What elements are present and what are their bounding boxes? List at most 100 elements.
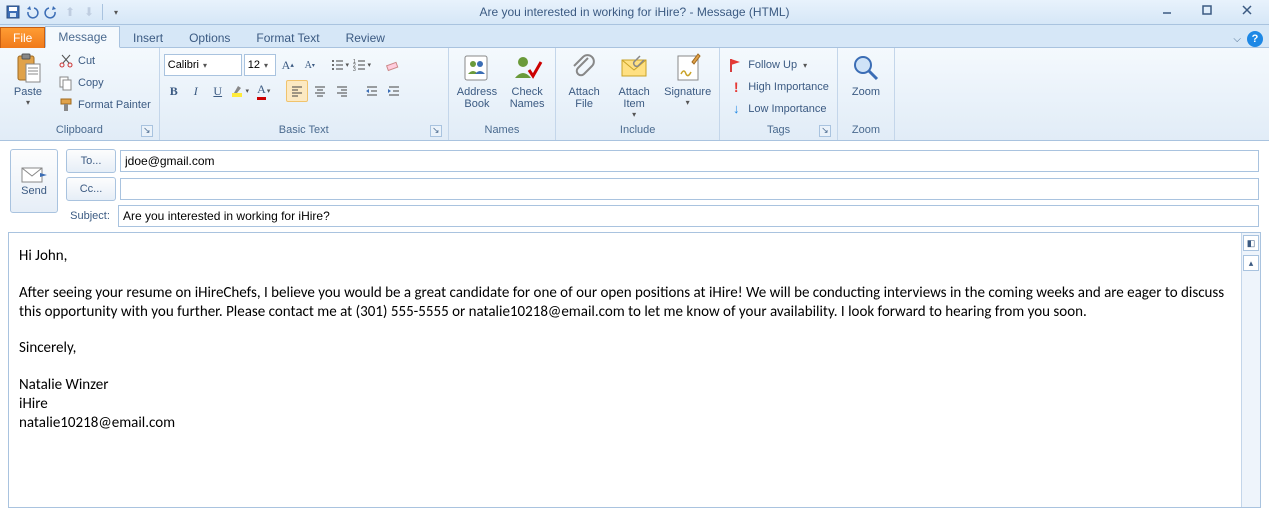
- group-zoom: Zoom Zoom: [838, 48, 895, 140]
- minimize-ribbon-icon[interactable]: ⌵: [1233, 34, 1241, 45]
- align-right-button[interactable]: [332, 81, 352, 101]
- font-name-combo[interactable]: Calibri▾: [164, 54, 242, 76]
- envelope-send-icon: [20, 165, 48, 185]
- bold-button[interactable]: B: [164, 81, 184, 101]
- qat-undo-icon[interactable]: [23, 3, 41, 21]
- window-title: Are you interested in working for iHire?…: [479, 5, 789, 19]
- paste-button[interactable]: Paste ▾: [4, 50, 52, 109]
- format-painter-button[interactable]: Format Painter: [54, 94, 155, 116]
- group-basic-text-label: Basic Text: [279, 124, 329, 136]
- signature-email: natalie10218@email.com: [19, 414, 175, 432]
- message-body[interactable]: Hi John, After seeing your resume on iHi…: [9, 233, 1241, 507]
- tab-format-text[interactable]: Format Text: [243, 27, 332, 48]
- ribbon-tabs: File Message Insert Options Format Text …: [0, 25, 1269, 48]
- group-include: Attach File Attach Item ▾ Signature ▾ In…: [556, 48, 720, 140]
- tab-message[interactable]: Message: [45, 26, 120, 48]
- signature-company: iHire: [19, 395, 48, 413]
- qat-next-icon[interactable]: ⬇: [80, 3, 98, 21]
- underline-button[interactable]: U: [208, 81, 228, 101]
- align-left-button[interactable]: [286, 80, 308, 102]
- follow-up-button[interactable]: Follow Up ▾: [724, 54, 833, 76]
- group-zoom-label: Zoom: [842, 124, 890, 140]
- check-names-button[interactable]: Check Names: [503, 50, 551, 112]
- attach-item-label: Attach Item: [619, 86, 650, 110]
- clipboard-dialog-launcher[interactable]: ↘: [141, 125, 153, 137]
- tags-dialog-launcher[interactable]: ↘: [819, 125, 831, 137]
- body-greeting: Hi John,: [19, 247, 1231, 266]
- group-names: Address Book Check Names Names: [449, 48, 556, 140]
- group-tags-label: Tags: [767, 124, 790, 136]
- subject-field[interactable]: [118, 205, 1259, 227]
- qat-previous-icon[interactable]: ⬆: [61, 3, 79, 21]
- numbering-button[interactable]: 123▾: [352, 55, 372, 75]
- check-names-label: Check Names: [510, 86, 545, 110]
- scissors-icon: [58, 53, 74, 69]
- address-book-icon: [461, 52, 493, 84]
- shrink-font-button[interactable]: A▾: [300, 55, 320, 75]
- qat-save-icon[interactable]: [4, 3, 22, 21]
- align-center-button[interactable]: [310, 81, 330, 101]
- signature-button[interactable]: Signature ▾: [660, 50, 715, 109]
- group-clipboard-label: Clipboard: [56, 124, 103, 136]
- clear-formatting-button[interactable]: [382, 55, 402, 75]
- high-importance-label: High Importance: [748, 81, 829, 93]
- qat-redo-icon[interactable]: [42, 3, 60, 21]
- exclamation-icon: !: [728, 79, 744, 95]
- to-button[interactable]: To...: [66, 149, 116, 173]
- paperclip-icon: [568, 52, 600, 84]
- decrease-indent-button[interactable]: [362, 81, 382, 101]
- increase-indent-button[interactable]: [384, 81, 404, 101]
- tab-file[interactable]: File: [0, 27, 45, 48]
- copy-button[interactable]: Copy: [54, 72, 155, 94]
- to-field[interactable]: [120, 150, 1259, 172]
- eraser-icon: [385, 58, 399, 72]
- maximize-button[interactable]: [1187, 0, 1227, 20]
- basic-text-dialog-launcher[interactable]: ↘: [430, 125, 442, 137]
- qat-customize-icon[interactable]: ▾: [107, 3, 125, 21]
- body-closing: Sincerely,: [19, 339, 1231, 358]
- arrow-down-icon: ↓: [728, 101, 744, 117]
- tab-review[interactable]: Review: [333, 27, 398, 48]
- signature-label: Signature: [664, 86, 711, 98]
- address-book-label: Address Book: [457, 86, 497, 110]
- send-label: Send: [21, 185, 47, 197]
- cut-button[interactable]: Cut: [54, 50, 155, 72]
- compose-header: Send To... Cc... Subject:: [0, 141, 1269, 227]
- tab-options[interactable]: Options: [176, 27, 243, 48]
- subject-label: Subject:: [66, 210, 114, 222]
- address-book-button[interactable]: Address Book: [453, 50, 501, 112]
- help-icon[interactable]: ?: [1247, 31, 1263, 47]
- attach-file-button[interactable]: Attach File: [560, 50, 608, 112]
- title-bar: ⬆ ⬇ ▾ Are you interested in working for …: [0, 0, 1269, 25]
- minimize-button[interactable]: [1147, 0, 1187, 20]
- signature-icon: [672, 52, 704, 84]
- cc-button[interactable]: Cc...: [66, 177, 116, 201]
- italic-button[interactable]: I: [186, 81, 206, 101]
- group-names-label: Names: [453, 124, 551, 140]
- bullets-button[interactable]: ▾: [330, 55, 350, 75]
- font-color-button[interactable]: A▾: [252, 81, 276, 101]
- highlight-button[interactable]: ▾: [230, 81, 250, 101]
- low-importance-button[interactable]: ↓ Low Importance: [724, 98, 833, 120]
- flag-icon: [728, 57, 744, 73]
- font-size-combo[interactable]: 12▾: [244, 54, 276, 76]
- zoom-button[interactable]: Zoom: [842, 50, 890, 100]
- close-button[interactable]: [1227, 0, 1267, 20]
- grow-font-button[interactable]: A▴: [278, 55, 298, 75]
- cc-field[interactable]: [120, 178, 1259, 200]
- attach-item-button[interactable]: Attach Item ▾: [610, 50, 658, 121]
- check-names-icon: [511, 52, 543, 84]
- font-name-value: Calibri: [168, 59, 199, 71]
- tab-insert[interactable]: Insert: [120, 27, 176, 48]
- high-importance-button[interactable]: ! High Importance: [724, 76, 833, 98]
- copy-label: Copy: [78, 77, 104, 89]
- font-size-value: 12: [248, 59, 260, 71]
- format-painter-label: Format Painter: [78, 99, 151, 111]
- cut-label: Cut: [78, 55, 95, 67]
- group-include-label: Include: [560, 124, 715, 140]
- send-button[interactable]: Send: [10, 149, 58, 213]
- scroll-up-icon[interactable]: ▴: [1243, 255, 1259, 271]
- ruler-toggle-icon[interactable]: ◧: [1243, 235, 1259, 251]
- group-tags: Follow Up ▾ ! High Importance ↓ Low Impo…: [720, 48, 838, 140]
- attach-file-label: Attach File: [569, 86, 600, 110]
